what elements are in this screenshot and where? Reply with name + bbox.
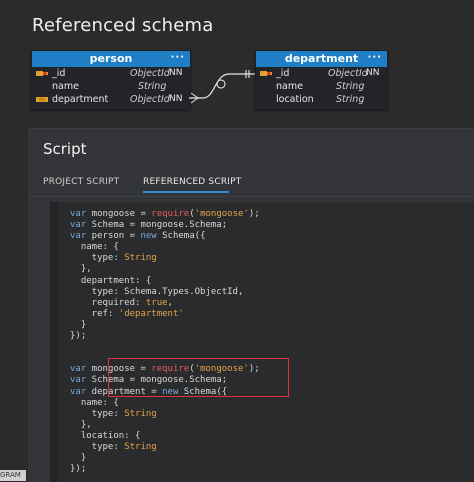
divider xyxy=(28,196,474,197)
field-nn: NN xyxy=(169,94,183,104)
relationship-line[interactable] xyxy=(185,60,265,110)
field-row[interactable]: name String xyxy=(32,80,190,93)
entity-title: person xyxy=(89,52,133,65)
entity-person[interactable]: person ··· _id ObjectId NN name String d… xyxy=(31,50,191,110)
entity-title: department xyxy=(284,52,359,65)
code-line: } xyxy=(70,319,87,330)
field-type: String xyxy=(336,81,365,92)
code-line: required: true, xyxy=(70,297,173,308)
code-line: type: Schema.Types.ObjectId, xyxy=(70,286,244,297)
editor-gutter xyxy=(50,202,58,482)
fk-icon xyxy=(36,97,48,102)
key-fk-icon xyxy=(36,71,48,76)
field-row[interactable]: _id ObjectId NN xyxy=(256,67,387,80)
code-line: } xyxy=(70,453,87,464)
field-type: ObjectId xyxy=(130,68,170,79)
code-block[interactable]: var mongoose = require('mongoose'); var … xyxy=(70,209,260,475)
key-fk-icon xyxy=(260,71,272,76)
code-line: var person = new Schema({ xyxy=(70,231,206,242)
active-tab-indicator xyxy=(143,191,229,193)
code-line: type: String xyxy=(70,441,157,452)
field-name: name xyxy=(52,81,79,92)
more-icon[interactable]: ··· xyxy=(368,50,382,66)
code-line: }); xyxy=(70,331,87,342)
field-row[interactable]: location String xyxy=(256,93,387,106)
more-icon[interactable]: ··· xyxy=(171,50,185,66)
code-line: department: { xyxy=(70,275,152,286)
entity-header[interactable]: department ··· xyxy=(256,51,387,67)
code-line: location: { xyxy=(70,430,141,441)
field-row[interactable]: _id ObjectId NN xyxy=(32,67,190,80)
code-line: name: { xyxy=(70,242,119,253)
field-type: String xyxy=(138,81,167,92)
code-line: var Schema = mongoose.Schema; xyxy=(70,220,228,231)
diagram-corner-label: GRAM xyxy=(0,470,26,481)
code-line: }); xyxy=(70,464,87,475)
panel-title: Script xyxy=(43,140,87,158)
field-type: ObjectId xyxy=(328,68,368,79)
highlight-box xyxy=(108,358,289,397)
code-line: }, xyxy=(70,419,92,430)
field-nn: NN xyxy=(169,68,183,78)
field-row[interactable]: department ObjectId NN xyxy=(32,93,190,106)
code-line: type: String xyxy=(70,253,157,264)
entity-department[interactable]: department ··· _id ObjectId NN name Stri… xyxy=(255,50,388,110)
field-nn: NN xyxy=(366,68,380,78)
field-name: _id xyxy=(276,68,290,79)
code-line: type: String xyxy=(70,408,157,419)
code-line: ref: 'department' xyxy=(70,308,184,319)
field-name: location xyxy=(276,94,314,105)
code-line: var mongoose = require('mongoose'); xyxy=(70,209,260,219)
entity-header[interactable]: person ··· xyxy=(32,51,190,67)
code-line: }, xyxy=(70,264,92,275)
page-title: Referenced schema xyxy=(32,15,214,36)
field-type: String xyxy=(336,94,365,105)
code-line: name: { xyxy=(70,397,119,408)
field-name: department xyxy=(52,94,109,105)
tab-project-script[interactable]: PROJECT SCRIPT xyxy=(43,177,119,187)
script-panel: Script PROJECT SCRIPT REFERENCED SCRIPT … xyxy=(28,128,474,482)
field-name: _id xyxy=(52,68,66,79)
field-row[interactable]: name String xyxy=(256,80,387,93)
field-name: name xyxy=(276,81,303,92)
field-type: ObjectId xyxy=(130,94,170,105)
code-editor[interactable]: var mongoose = require('mongoose'); var … xyxy=(50,202,474,482)
tab-referenced-script[interactable]: REFERENCED SCRIPT xyxy=(143,177,241,187)
